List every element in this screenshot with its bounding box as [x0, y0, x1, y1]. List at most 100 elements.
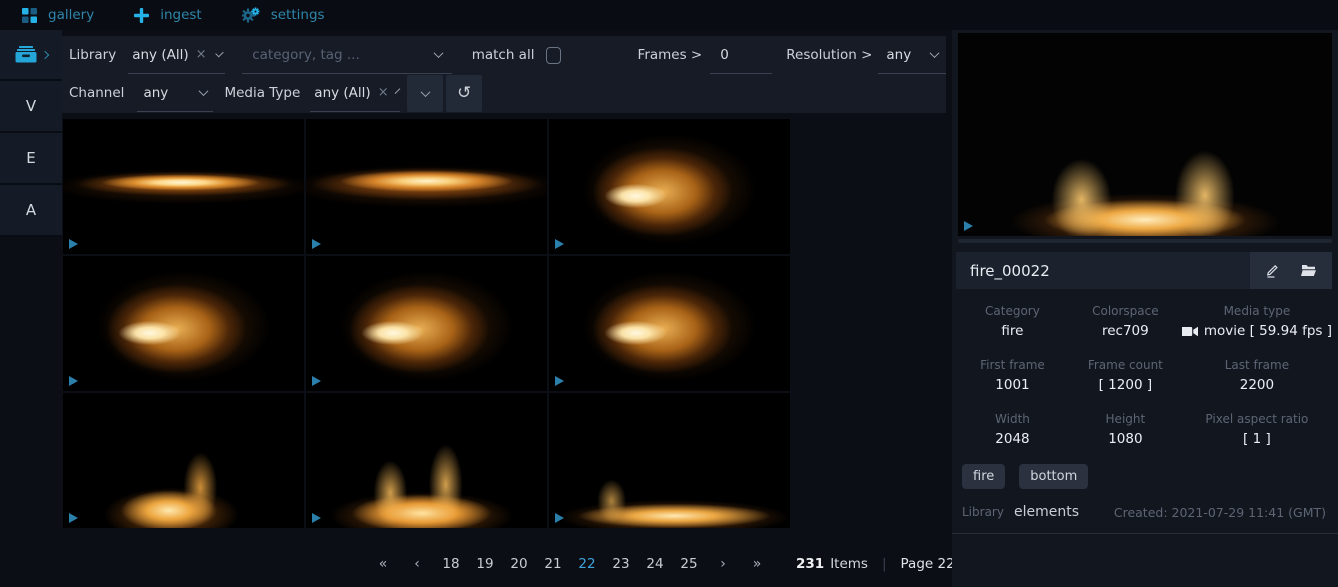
play-icon[interactable]	[312, 239, 321, 249]
play-icon[interactable]	[69, 513, 78, 523]
tab-ingest[interactable]: ingest	[134, 7, 202, 23]
media-type-filter-select[interactable]: any (All) ×	[310, 74, 400, 112]
thumbnail[interactable]	[549, 119, 790, 254]
meta-label: Width	[956, 412, 1069, 426]
meta-value: rec709	[1069, 323, 1182, 339]
meta-label: Pixel aspect ratio	[1182, 412, 1332, 426]
edit-button[interactable]	[1265, 263, 1279, 278]
tab-settings[interactable]: settings	[242, 7, 325, 23]
channel-filter-value: any	[143, 85, 168, 101]
tag-pill[interactable]: fire	[962, 464, 1005, 489]
frames-filter-label: Frames >	[638, 47, 703, 63]
gears-icon	[242, 7, 260, 23]
last-page-button[interactable]: »	[748, 556, 766, 572]
chevron-down-icon	[420, 87, 430, 97]
match-all-checkbox[interactable]	[546, 47, 560, 64]
tag-search-input[interactable]	[252, 47, 434, 63]
meta-field-height: Height 1080	[1069, 412, 1182, 447]
tag-pill[interactable]: bottom	[1019, 464, 1088, 489]
library-label: Library	[962, 505, 1004, 519]
tag-list: fire bottom	[962, 464, 1338, 489]
chevron-down-icon	[215, 49, 223, 57]
play-icon[interactable]	[555, 513, 564, 523]
clear-media-type-filter-icon[interactable]: ×	[378, 85, 389, 100]
asset-preview[interactable]	[958, 33, 1332, 236]
library-filter-select[interactable]: any (All) ×	[128, 36, 225, 74]
media-type-text: movie [ 59.94 fps ]	[1204, 323, 1332, 339]
details-panel: fire_00022 Category fire Colorspace rec7…	[952, 30, 1338, 587]
meta-label: Colorspace	[1069, 304, 1182, 318]
chevron-down-icon	[930, 48, 940, 58]
next-page-button[interactable]: ›	[714, 556, 732, 572]
first-page-button[interactable]: «	[374, 556, 392, 572]
meta-label: Category	[956, 304, 1069, 318]
sidebar-item-a[interactable]: A	[0, 185, 62, 237]
meta-value: [ 1 ]	[1182, 431, 1332, 447]
asset-title: fire_00022	[970, 262, 1050, 280]
page-link[interactable]: 25	[680, 556, 698, 572]
page-link[interactable]: 18	[442, 556, 460, 572]
video-camera-icon	[1182, 326, 1198, 337]
page-link-current[interactable]: 22	[578, 556, 596, 572]
filter-row-2: Channel any Media Type any (All) × ↺	[62, 74, 946, 112]
preview-scrubber[interactable]	[958, 239, 1332, 243]
thumbnail[interactable]	[306, 119, 547, 254]
meta-field-width: Width 2048	[956, 412, 1069, 447]
page-link[interactable]: 23	[612, 556, 630, 572]
media-type-filter-label: Media Type	[224, 85, 300, 101]
chevron-down-icon	[199, 86, 209, 96]
refresh-icon: ↺	[457, 85, 471, 102]
thumbnail[interactable]	[63, 119, 304, 254]
sidebar-item-v[interactable]: V	[0, 81, 62, 133]
thumbnail[interactable]	[63, 393, 304, 528]
asset-actions	[1250, 252, 1332, 289]
left-sidebar: V E A	[0, 30, 62, 237]
meta-value: 1080	[1069, 431, 1182, 447]
tab-gallery[interactable]: gallery	[22, 7, 94, 23]
thumbnail[interactable]	[63, 256, 304, 391]
grid-icon	[22, 8, 37, 23]
chevron-down-icon[interactable]	[433, 48, 443, 58]
resolution-filter-select[interactable]: any	[878, 36, 946, 74]
play-icon[interactable]	[555, 239, 564, 249]
thumbnail[interactable]	[549, 256, 790, 391]
tag-search-box	[242, 36, 451, 74]
thumbnail[interactable]	[306, 393, 547, 528]
meta-value: 2048	[956, 431, 1069, 447]
clear-library-filter-icon[interactable]: ×	[196, 47, 207, 62]
play-icon[interactable]	[555, 376, 564, 386]
channel-filter-select[interactable]: any	[137, 74, 213, 112]
meta-field-colorspace: Colorspace rec709	[1069, 304, 1182, 339]
library-drawer-button[interactable]	[0, 30, 62, 81]
pagination-separator: |	[882, 556, 887, 572]
items-count: 231	[796, 556, 824, 572]
play-icon[interactable]	[69, 239, 78, 249]
thumbnail[interactable]	[306, 256, 547, 391]
meta-value: movie [ 59.94 fps ]	[1182, 323, 1332, 339]
prev-page-button[interactable]: ‹	[408, 556, 426, 572]
extra-filter-dropdown-button[interactable]	[407, 75, 443, 112]
page-link[interactable]: 21	[544, 556, 562, 572]
created-timestamp: Created: 2021-07-29 11:41 (GMT)	[1114, 505, 1326, 520]
open-folder-button[interactable]	[1301, 264, 1317, 277]
meta-value: 1001	[956, 377, 1069, 393]
tab-gallery-label: gallery	[48, 7, 94, 23]
filter-panel: Library any (All) × match all Frames > R…	[62, 36, 946, 113]
frames-filter-input[interactable]	[720, 47, 770, 63]
page-link[interactable]: 19	[476, 556, 494, 572]
refresh-button[interactable]: ↺	[446, 75, 482, 112]
page-link[interactable]: 24	[646, 556, 664, 572]
play-icon[interactable]	[312, 513, 321, 523]
filter-row-1: Library any (All) × match all Frames > R…	[62, 36, 946, 74]
thumbnail[interactable]	[549, 393, 790, 528]
play-icon[interactable]	[312, 376, 321, 386]
play-icon[interactable]	[69, 376, 78, 386]
play-icon[interactable]	[964, 221, 973, 231]
page-link[interactable]: 20	[510, 556, 528, 572]
channel-filter-label: Channel	[69, 85, 124, 101]
match-all-label: match all	[472, 47, 535, 63]
resolution-filter-label: Resolution >	[786, 47, 872, 63]
meta-value: fire	[956, 323, 1069, 339]
sidebar-item-e[interactable]: E	[0, 133, 62, 185]
plus-icon	[134, 8, 149, 23]
